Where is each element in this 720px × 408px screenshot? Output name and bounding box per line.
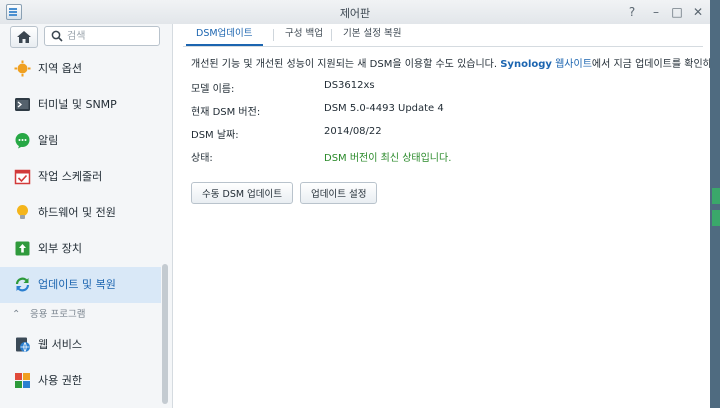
sidebar-item-label: 지역 옵션 bbox=[38, 62, 82, 75]
update-settings-button[interactable]: 업데이트 설정 bbox=[300, 182, 378, 204]
web-services-icon bbox=[16, 337, 30, 353]
tab-dsm-update[interactable]: DSM업데이트 bbox=[186, 24, 263, 46]
status-label: 상태: bbox=[191, 153, 213, 164]
sidebar-item-task-scheduler[interactable]: 작업 스케줄러 bbox=[0, 159, 161, 195]
sidebar-scrollbar[interactable] bbox=[162, 264, 168, 404]
sidebar-item-label: 작업 스케줄러 bbox=[38, 170, 103, 183]
sidebar-section-applications[interactable]: ⌃ 응용 프로그램 bbox=[0, 303, 161, 327]
external-device-icon bbox=[15, 241, 30, 256]
sidebar-nav: 지역 옵션 터미널 및 SNMP 알림 작업 스케줄러 하드웨어 및 전원 외부… bbox=[0, 51, 161, 399]
sidebar-item-label: 하드웨어 및 전원 bbox=[38, 206, 116, 219]
main-panel: DSM업데이트 구성 백업 기본 설정 복원 개선된 기능 및 개선된 성능이 … bbox=[173, 24, 720, 408]
tab-bar: DSM업데이트 구성 백업 기본 설정 복원 bbox=[183, 24, 703, 47]
regional-options-icon bbox=[14, 60, 31, 77]
sidebar-item-web-services[interactable]: 웹 서비스 bbox=[0, 327, 161, 363]
tab-config-backup[interactable]: 구성 백업 bbox=[275, 24, 333, 46]
sidebar-item-label: 터미널 및 SNMP bbox=[38, 98, 117, 111]
model-value: DS3612xs bbox=[324, 80, 375, 91]
search-input[interactable] bbox=[67, 28, 155, 44]
description-text: 개선된 기능 및 개선된 성능이 지원되는 새 DSM을 이용할 수도 있습니다… bbox=[191, 59, 501, 70]
model-label: 모델 이름: bbox=[191, 84, 235, 95]
sidebar-item-external-devices[interactable]: 외부 장치 bbox=[0, 231, 161, 267]
window-title: 제어판 bbox=[339, 7, 371, 20]
version-label: 현재 DSM 버전: bbox=[191, 107, 261, 118]
sidebar-item-label: 업데이트 및 복원 bbox=[38, 278, 116, 291]
home-button[interactable] bbox=[10, 26, 38, 48]
desktop-widget-edge bbox=[712, 210, 720, 226]
notification-icon bbox=[15, 133, 30, 149]
close-icon[interactable]: ✕ bbox=[690, 4, 706, 20]
help-icon[interactable]: ? bbox=[624, 4, 640, 20]
manual-dsm-update-button[interactable]: 수동 DSM 업데이트 bbox=[191, 182, 294, 204]
tab-reset-defaults[interactable]: 기본 설정 복원 bbox=[333, 24, 411, 46]
sidebar-item-label: 웹 서비스 bbox=[38, 338, 82, 351]
chevron-up-icon: ⌃ bbox=[12, 309, 21, 320]
search-icon bbox=[51, 30, 63, 42]
title-bar: 제어판 ? – □ ✕ bbox=[0, 0, 710, 25]
date-value: 2014/08/22 bbox=[324, 126, 382, 137]
terminal-icon bbox=[15, 98, 30, 111]
update-restore-icon bbox=[15, 277, 30, 292]
sidebar-item-hardware-power[interactable]: 하드웨어 및 전원 bbox=[0, 195, 161, 231]
privileges-icon bbox=[15, 373, 30, 388]
search-box bbox=[44, 26, 160, 46]
task-scheduler-icon bbox=[14, 169, 31, 185]
tab-divider bbox=[331, 29, 332, 41]
sidebar-item-privileges[interactable]: 사용 권한 bbox=[0, 363, 161, 399]
sidebar: 지역 옵션 터미널 및 SNMP 알림 bbox=[0, 24, 173, 408]
lightbulb-icon bbox=[17, 205, 28, 219]
tab-divider bbox=[273, 29, 274, 41]
control-panel-window: 제어판 ? – □ ✕ 지역 옵션 bbox=[0, 0, 720, 408]
sidebar-item-terminal-snmp[interactable]: 터미널 및 SNMP bbox=[0, 87, 161, 123]
sidebar-section-label: 응용 프로그램 bbox=[30, 309, 86, 320]
version-value: DSM 5.0-4493 Update 4 bbox=[324, 103, 444, 114]
sidebar-item-label: 사용 권한 bbox=[38, 374, 82, 387]
website-link[interactable]: 웹사이트 bbox=[552, 59, 592, 70]
desktop-widget-edge bbox=[712, 188, 720, 204]
update-description: 개선된 기능 및 개선된 성능이 지원되는 새 DSM을 이용할 수도 있습니다… bbox=[191, 55, 720, 70]
synology-brand: Synology bbox=[500, 59, 552, 70]
description-suffix: 에서 지금 업데이트를 확인하십시오. bbox=[591, 59, 720, 70]
sidebar-item-label: 알림 bbox=[38, 134, 59, 147]
desktop-background bbox=[710, 0, 720, 408]
sidebar-item-label: 외부 장치 bbox=[38, 242, 82, 255]
sidebar-item-update-restore[interactable]: 업데이트 및 복원 bbox=[0, 267, 161, 303]
status-value: DSM 버전이 최신 상태입니다. bbox=[324, 153, 452, 164]
minimize-icon[interactable]: – bbox=[648, 4, 664, 20]
home-icon bbox=[17, 31, 31, 43]
sidebar-item-regional-options[interactable]: 지역 옵션 bbox=[0, 51, 161, 87]
maximize-icon[interactable]: □ bbox=[669, 4, 685, 20]
sidebar-item-notification[interactable]: 알림 bbox=[0, 123, 161, 159]
date-label: DSM 날짜: bbox=[191, 130, 239, 141]
